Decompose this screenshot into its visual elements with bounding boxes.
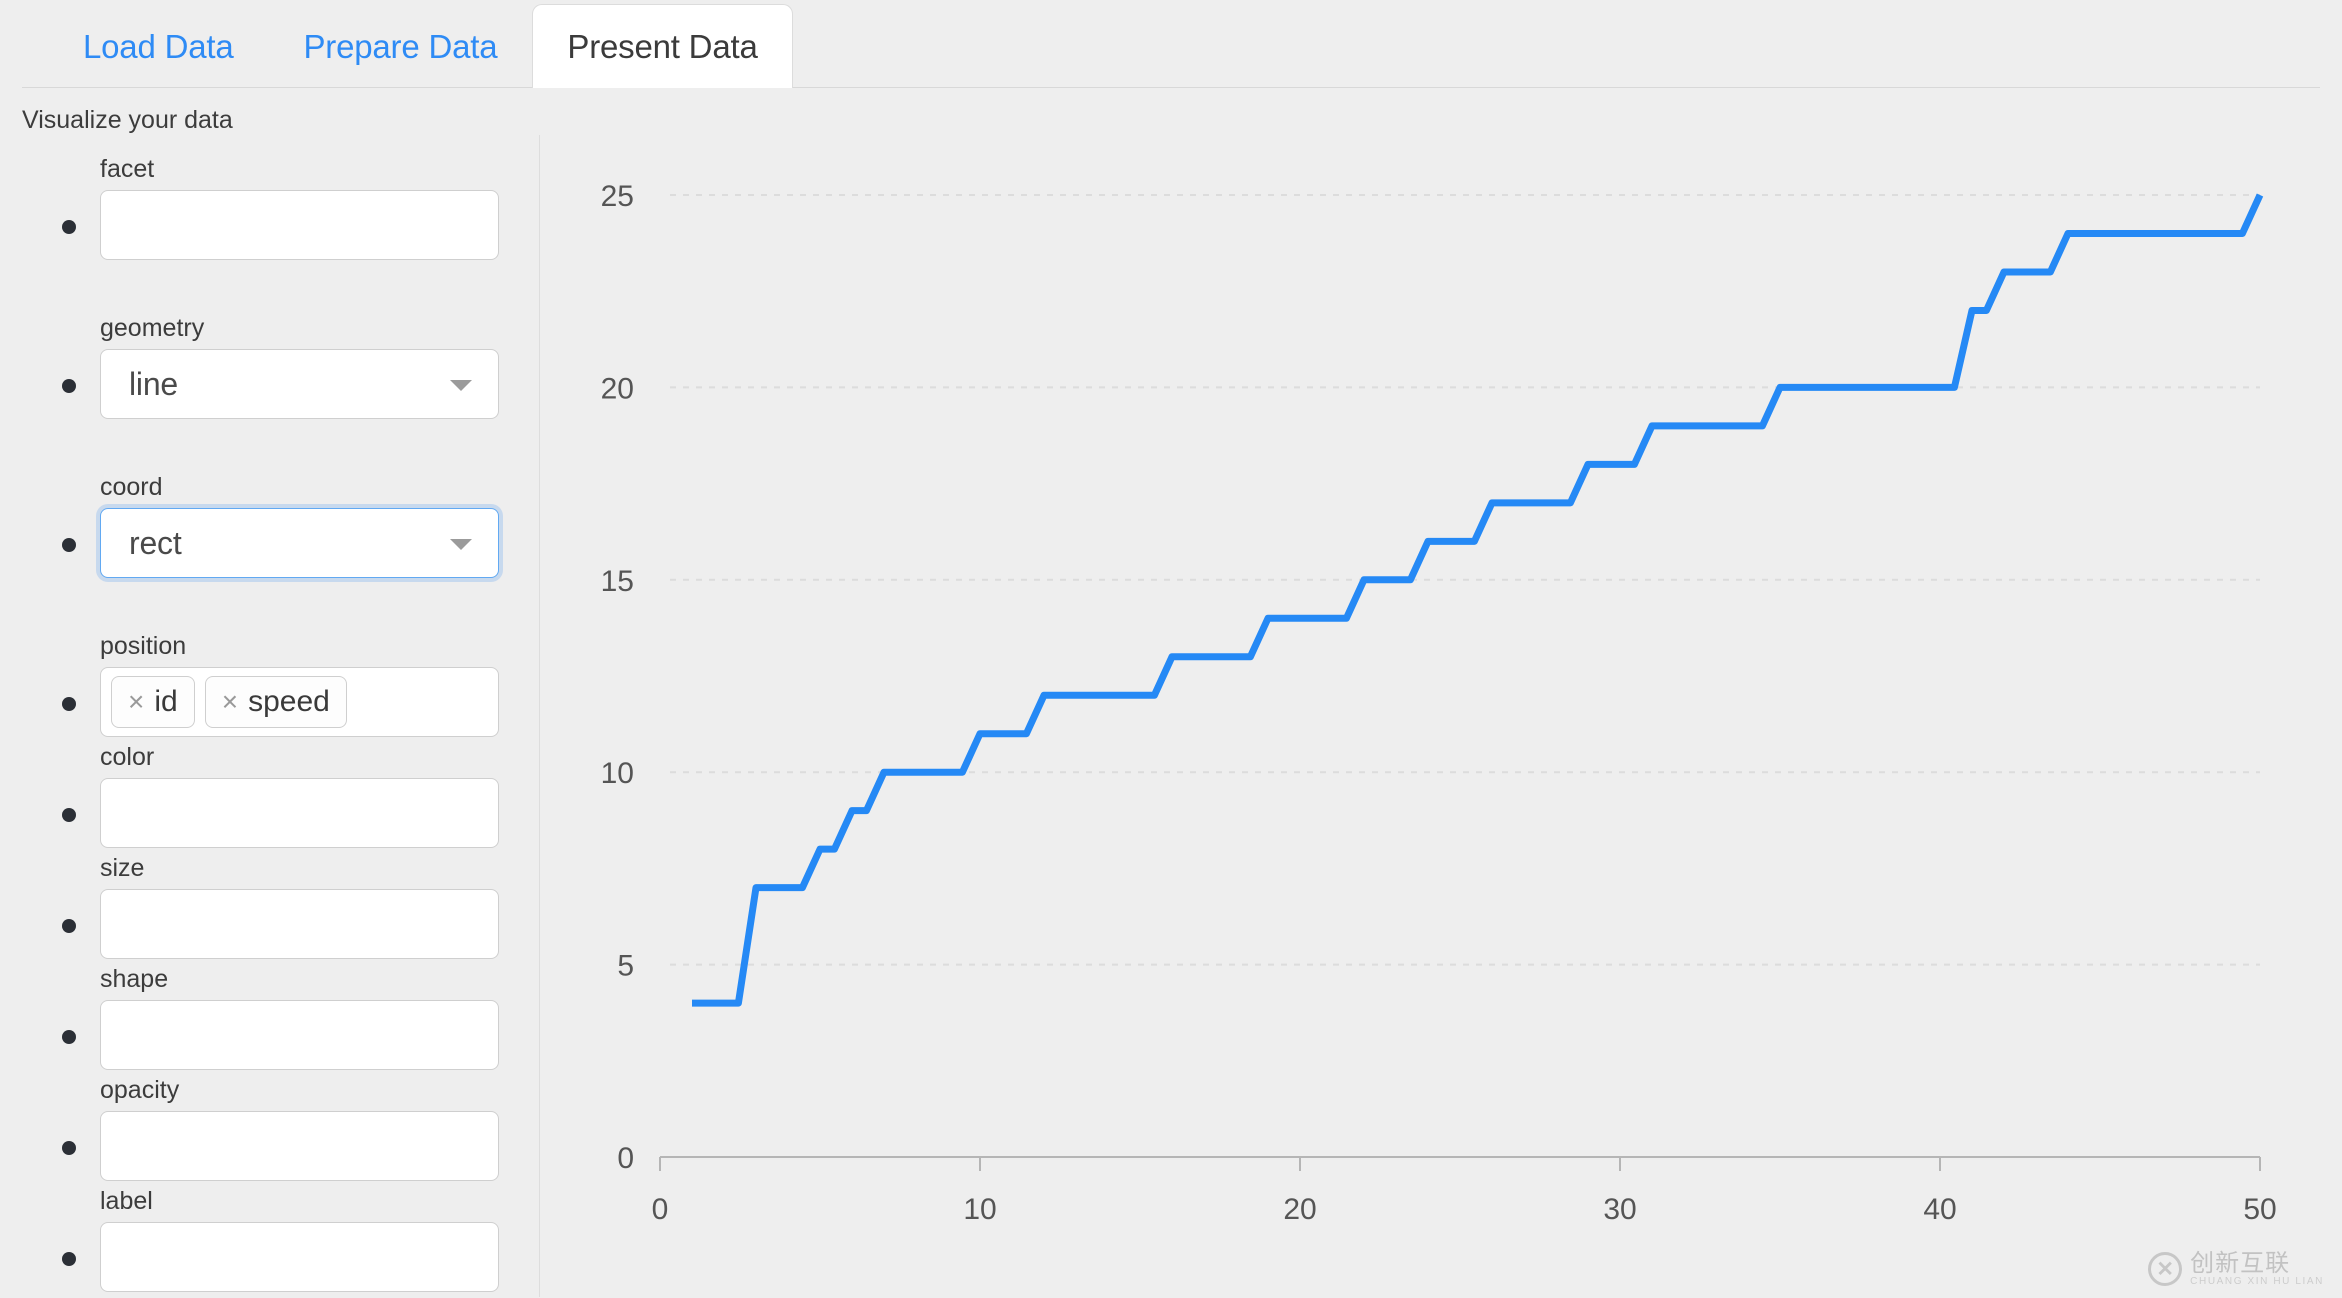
x-tick-label: 20 (1283, 1193, 1316, 1226)
field-label-shape: shape (100, 965, 169, 993)
field-position: position × id × speed (0, 634, 539, 737)
field-label-position: position (100, 632, 187, 660)
position-tag-input[interactable]: × id × speed (100, 667, 499, 737)
bullet-icon (62, 697, 76, 711)
tab-label: Present Data (567, 27, 758, 65)
tab-label: Load Data (83, 27, 234, 65)
field-color: color (0, 745, 539, 848)
field-label-opacity: opacity (100, 1076, 180, 1104)
chevron-down-icon (450, 380, 472, 391)
y-tick-label: 5 (617, 950, 634, 983)
bullet-icon (62, 538, 76, 552)
size-input[interactable] (100, 889, 499, 959)
coord-select[interactable]: rect (100, 508, 499, 578)
bullet-icon (62, 1030, 76, 1044)
field-body: facet (100, 157, 539, 260)
field-label: label (0, 1189, 539, 1292)
geometry-value: line (129, 365, 179, 402)
field-label-size: size (100, 854, 145, 882)
field-opacity: opacity (0, 1078, 539, 1181)
tab-present-data[interactable]: Present Data (532, 4, 793, 88)
chevron-down-icon (450, 539, 472, 550)
tag-label: speed (248, 685, 330, 718)
bullet-col (0, 745, 100, 848)
bullet-col (0, 1189, 100, 1292)
bullet-col (0, 1078, 100, 1181)
bullet-col (0, 157, 100, 260)
field-body: opacity (100, 1078, 539, 1181)
field-body: geometry line (100, 316, 539, 419)
series-line (692, 193, 2264, 1007)
bullet-icon (62, 379, 76, 393)
bullet-col (0, 856, 100, 959)
x-tick-label: 0 (652, 1193, 669, 1226)
x-tick-label: 30 (1603, 1193, 1636, 1226)
geometry-select[interactable]: line (100, 349, 499, 419)
y-tick-label: 25 (601, 180, 634, 213)
facet-input[interactable] (100, 190, 499, 260)
y-tick-label: 10 (601, 757, 634, 790)
controls-panel: facet geometry line coord rect position … (0, 135, 540, 1297)
field-body: coord rect (100, 475, 539, 578)
tab-prepare-data[interactable]: Prepare Data (269, 4, 533, 88)
bullet-icon (62, 220, 76, 234)
remove-icon[interactable]: × (128, 688, 144, 716)
field-body: shape (100, 967, 539, 1070)
field-label-facet: facet (100, 155, 155, 183)
coord-value: rect (129, 524, 182, 561)
field-body: size (100, 856, 539, 959)
bullet-col (0, 475, 100, 578)
field-body: color (100, 745, 539, 848)
position-tag-id[interactable]: × id (111, 676, 195, 728)
tab-load-data[interactable]: Load Data (48, 4, 269, 88)
field-shape: shape (0, 967, 539, 1070)
chart-panel: 0 5 10 15 20 25 0 10 20 30 40 50 ✕ 创新互联 CHUANG XIN … (540, 135, 2342, 1297)
bullet-col (0, 967, 100, 1070)
line-chart: 0 5 10 15 20 25 0 10 20 30 40 50 (601, 180, 2277, 1226)
bullet-col (0, 634, 100, 737)
opacity-input[interactable] (100, 1111, 499, 1181)
remove-icon[interactable]: × (222, 688, 238, 716)
tab-bar: Load Data Prepare Data Present Data (0, 0, 2342, 88)
field-coord: coord rect (0, 475, 539, 578)
field-label-color: color (100, 743, 155, 771)
field-facet: facet (0, 157, 539, 260)
field-label-label: label (100, 1187, 153, 1215)
field-label-coord: coord (100, 473, 163, 501)
bullet-col (0, 316, 100, 419)
x-tick-label: 50 (2243, 1193, 2276, 1226)
color-input[interactable] (100, 778, 499, 848)
field-label-geometry: geometry (100, 314, 205, 342)
bullet-icon (62, 808, 76, 822)
main-content: facet geometry line coord rect position … (0, 135, 2342, 1297)
field-size: size (0, 856, 539, 959)
y-tick-label: 0 (617, 1142, 634, 1175)
tab-label: Prepare Data (303, 27, 498, 65)
field-body: label (100, 1189, 539, 1292)
label-input[interactable] (100, 1222, 499, 1292)
tag-label: id (154, 685, 178, 718)
field-geometry: geometry line (0, 316, 539, 419)
shape-input[interactable] (100, 1000, 499, 1070)
x-tick-label: 10 (963, 1193, 996, 1226)
bullet-icon (62, 1252, 76, 1266)
x-tick-label: 40 (1923, 1193, 1956, 1226)
bullet-icon (62, 1141, 76, 1155)
position-tag-speed[interactable]: × speed (204, 676, 347, 728)
bullet-icon (62, 919, 76, 933)
field-body: position × id × speed (100, 634, 539, 737)
y-tick-label: 20 (601, 372, 634, 405)
page-subtitle: Visualize your data (22, 106, 233, 134)
y-tick-label: 15 (601, 565, 634, 598)
